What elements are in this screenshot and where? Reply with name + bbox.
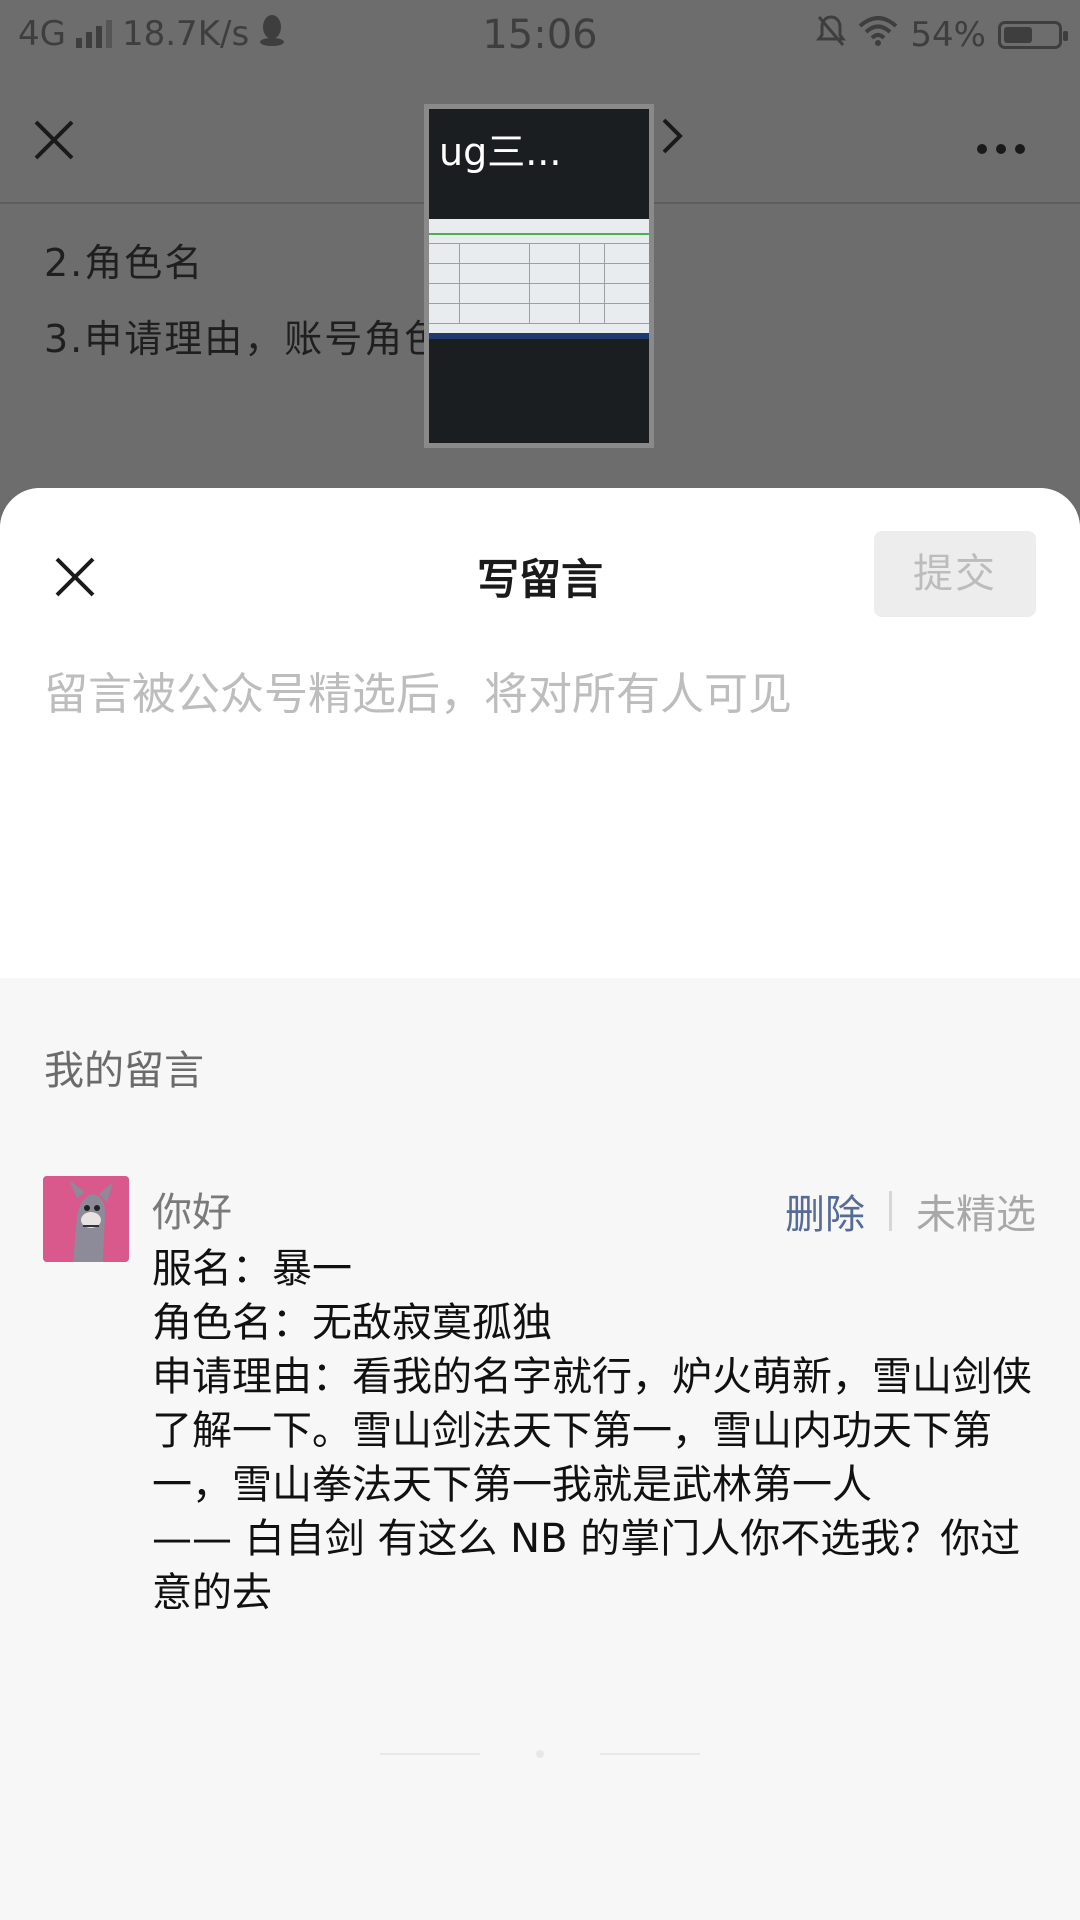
my-comments-title: 我的留言 <box>44 1048 204 1094</box>
avatar[interactable] <box>43 1176 129 1262</box>
comment-sheet: 写留言 提交 我的留言 你好 删除 未精选 服名：暴一 角色名：无敌寂寞孤独 申… <box>0 488 1080 1920</box>
status-right: 54% <box>816 14 1068 56</box>
article-line: 2.角色名 <box>44 241 205 285</box>
battery-icon <box>998 21 1068 49</box>
chevron-right-icon[interactable] <box>660 116 684 167</box>
video-screen <box>429 219 649 339</box>
more-icon[interactable] <box>976 134 1026 155</box>
comment-username: 你好 <box>152 1190 232 1236</box>
article-background: 4G 18.7K/s 15:06 54% 2.角色名 3.申请理由，账号角色 u… <box>0 0 1080 520</box>
wifi-icon <box>858 16 898 54</box>
comment-body: 服名：暴一 角色名：无敌寂寞孤独 申请理由：看我的名字就行，炉火萌新，雪山剑侠了… <box>152 1246 1032 1616</box>
submit-button[interactable]: 提交 <box>874 531 1036 617</box>
floating-video-window[interactable]: ug三... <box>424 104 654 448</box>
comment-input[interactable] <box>44 658 1034 948</box>
status-badge: 未精选 <box>916 1192 1036 1238</box>
compose-area: 写留言 提交 <box>0 488 1080 978</box>
video-title: ug三... <box>439 130 562 174</box>
mute-icon <box>816 14 847 56</box>
delete-button[interactable]: 删除 <box>785 1182 865 1240</box>
article-line: 3.申请理由，账号角色 <box>44 317 445 361</box>
close-icon[interactable] <box>30 116 78 164</box>
battery-percent: 54% <box>910 15 986 55</box>
battery-fill <box>1004 27 1032 43</box>
loading-indicator <box>380 1750 700 1758</box>
comment-actions: 删除 未精选 <box>785 1182 1036 1240</box>
status-bar: 4G 18.7K/s 15:06 54% <box>0 0 1080 76</box>
action-divider <box>889 1191 892 1231</box>
